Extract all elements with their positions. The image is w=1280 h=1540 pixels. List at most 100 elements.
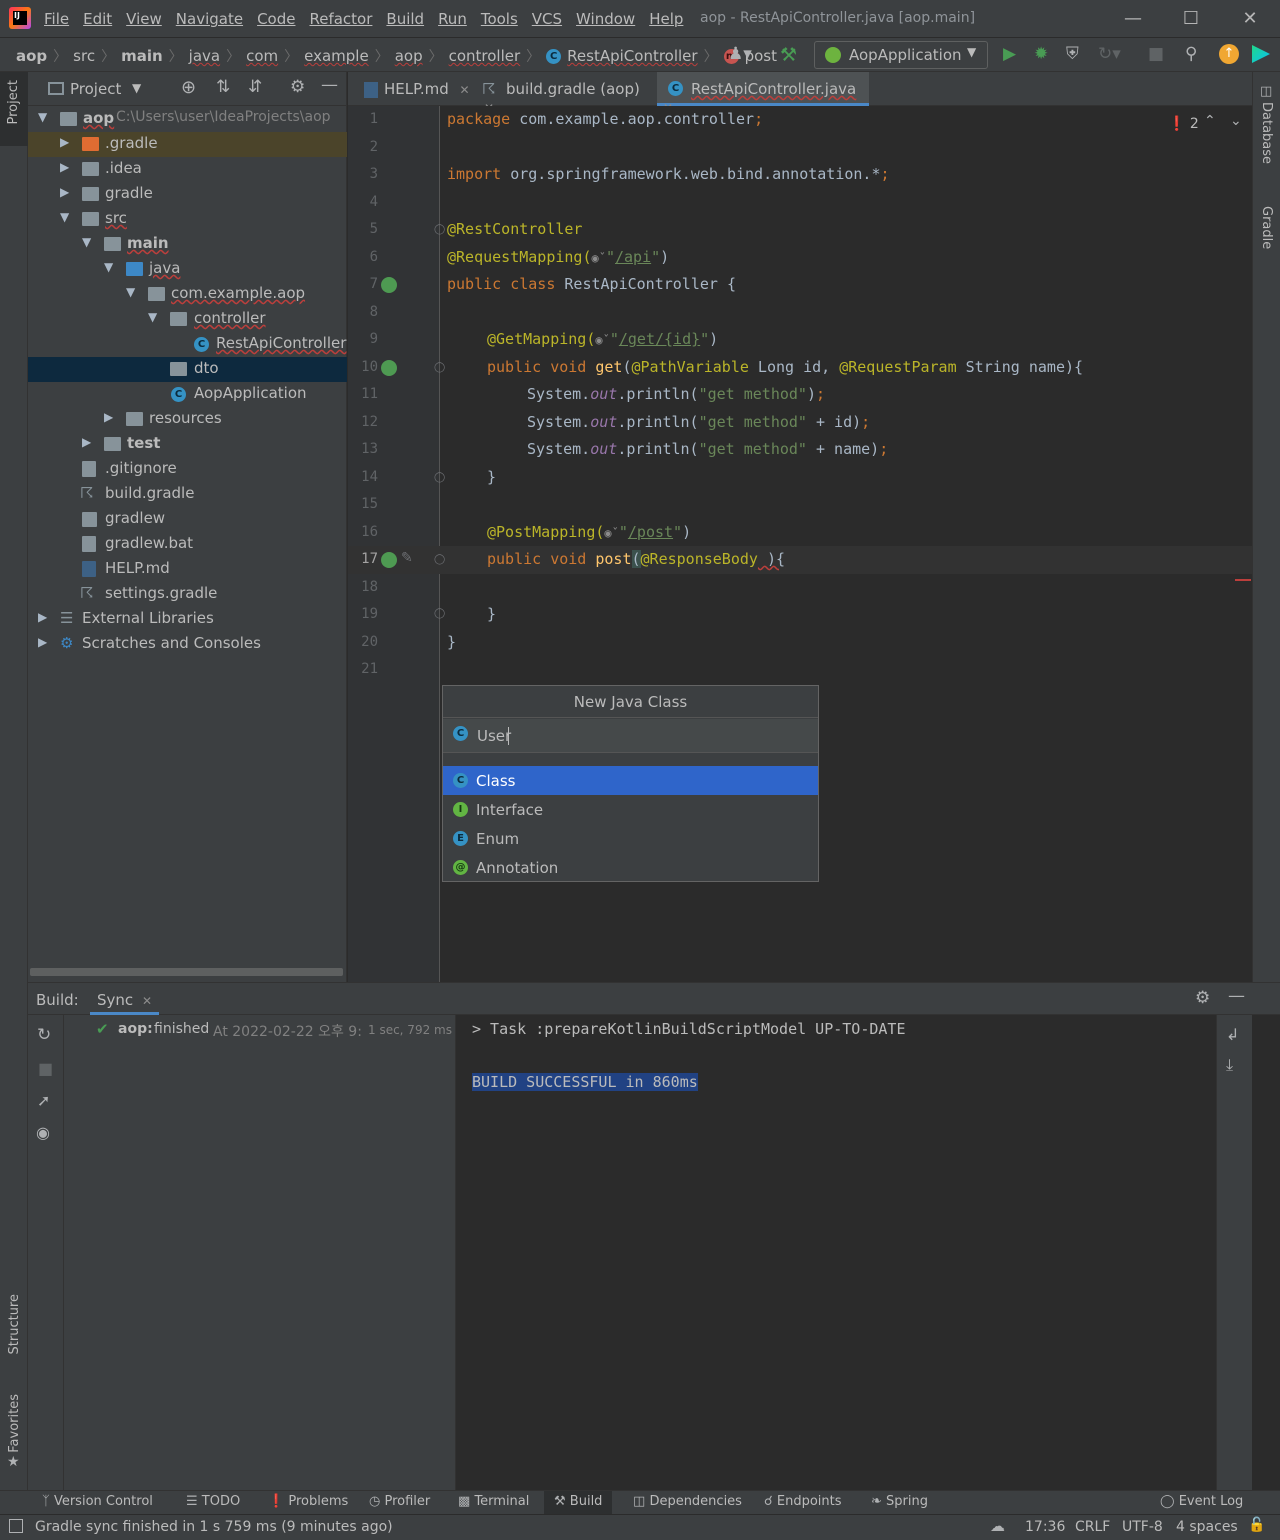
hide-panel-icon[interactable]: — <box>321 75 338 95</box>
tab-build-gradle[interactable]: ☈ build.gradle (aop) ✕ <box>478 72 654 115</box>
lock-icon[interactable]: 🔓 <box>1248 1517 1265 1533</box>
fold-icon[interactable]: ◯ <box>434 224 445 235</box>
code-line-6[interactable]: @RequestMapping(◉ˇ"/api") <box>447 248 669 266</box>
refresh-icon[interactable]: ↻ <box>37 1025 51 1045</box>
previous-error-icon[interactable]: ⌃ <box>1204 113 1216 129</box>
code-line-13[interactable]: System.out.println("get method" + name); <box>527 440 888 458</box>
run-icon[interactable]: ▶ <box>1003 44 1016 64</box>
tree-item-aopapplication[interactable]: C AopApplication <box>28 382 347 407</box>
tree-item-aop-root[interactable]: ▼ aop C:\Users\user\IdeaProjects\aop <box>28 107 347 132</box>
expand-all-icon[interactable]: ⇅ <box>216 77 230 97</box>
menu-code[interactable]: Code <box>257 10 295 28</box>
user-icon[interactable]: ♟▾ <box>728 44 752 64</box>
menu-tools[interactable]: Tools <box>481 10 518 28</box>
tree-item-build-gradle[interactable]: ☈ build.gradle <box>28 482 347 507</box>
tree-item-controller[interactable]: ▼ controller <box>28 307 347 332</box>
gear-icon[interactable]: ⚙ <box>290 77 305 97</box>
breadcrumb-src[interactable]: src <box>73 47 95 65</box>
tool-problems[interactable]: ❗ Problems <box>268 1494 348 1509</box>
tool-endpoints[interactable]: ☌ Endpoints <box>764 1494 842 1509</box>
code-line-7[interactable]: public class RestApiController { <box>447 275 736 293</box>
tab-restapicontroller[interactable]: C RestApiController.java ✕ <box>657 72 869 115</box>
code-line-14[interactable]: } <box>487 468 496 486</box>
maximize-icon[interactable]: ☐ <box>1176 6 1206 32</box>
stop-icon[interactable]: ■ <box>38 1059 53 1078</box>
breadcrumb-com[interactable]: com <box>246 47 278 65</box>
tree-item-com-example-aop[interactable]: ▼ com.example.aop <box>28 282 347 307</box>
indent-setting[interactable]: 4 spaces <box>1176 1519 1238 1535</box>
build-tree-row[interactable]: ✔ aop: finished At 2022-02-22 오후 9: 1 se… <box>64 1017 456 1043</box>
structure-tool-tab[interactable]: Structure <box>7 1294 22 1354</box>
spring-endpoint-icon[interactable] <box>381 552 397 568</box>
menu-refactor[interactable]: Refactor <box>309 10 372 28</box>
collapse-all-icon[interactable]: ⇵ <box>248 77 262 97</box>
code-line-17[interactable]: public void post(@ResponseBody ){ <box>487 550 785 568</box>
menu-edit[interactable]: Edit <box>83 10 112 28</box>
database-tool-tab[interactable]: Database <box>1259 102 1274 164</box>
class-name-input[interactable]: C User <box>443 719 818 753</box>
fold-icon[interactable]: ◯ <box>434 554 445 565</box>
error-stripe-mark[interactable] <box>1235 579 1251 581</box>
fold-icon[interactable]: ◯ <box>434 608 445 619</box>
code-line-20[interactable]: } <box>447 633 456 651</box>
tab-help-md[interactable]: HELP.md ✕ <box>358 72 470 106</box>
gradle-tool-tab[interactable]: Gradle <box>1259 206 1274 249</box>
menu-run[interactable]: Run <box>438 10 467 28</box>
close-window-icon[interactable]: ✕ <box>1235 6 1265 32</box>
tab-sync[interactable]: Sync ✕ <box>90 983 159 1015</box>
tree-item-restapicontroller[interactable]: C RestApiController <box>28 332 347 357</box>
code-line-3[interactable]: import org.springframework.web.bind.anno… <box>447 165 890 183</box>
tool-version-control[interactable]: ᛉ Version Control <box>42 1494 153 1509</box>
code-line-10[interactable]: public void get(@PathVariable Long id, @… <box>487 358 1083 376</box>
tool-terminal[interactable]: ▩ Terminal <box>458 1494 529 1509</box>
error-indicator[interactable]: ❗ 2 <box>1168 116 1199 132</box>
debug-icon[interactable]: ✹ <box>1034 44 1048 64</box>
menu-help[interactable]: Help <box>649 10 683 28</box>
coverage-icon[interactable]: ⛨ <box>1066 44 1079 64</box>
tool-spring[interactable]: ❧ Spring <box>871 1494 928 1509</box>
breadcrumb-java[interactable]: java <box>189 47 220 65</box>
tree-item-gradlew[interactable]: gradlew <box>28 507 347 532</box>
code-line-12[interactable]: System.out.println("get method" + id); <box>527 413 870 431</box>
caret-position[interactable]: 17:36 <box>1025 1519 1065 1535</box>
tree-item-gradlew-bat[interactable]: gradlew.bat <box>28 532 347 557</box>
file-encoding[interactable]: UTF-8 <box>1122 1519 1163 1535</box>
option-annotation[interactable]: @ Annotation <box>443 853 818 882</box>
spring-bean-icon[interactable] <box>381 277 397 293</box>
menu-navigate[interactable]: Navigate <box>176 10 243 28</box>
tree-item-idea[interactable]: ▶ .idea <box>28 157 347 182</box>
pin-icon[interactable]: ➚ <box>37 1091 50 1110</box>
tree-item-test[interactable]: ▶ test <box>28 432 347 457</box>
tool-event-log[interactable]: ◯ Event Log <box>1160 1494 1243 1509</box>
tree-item-dto[interactable]: dto <box>28 357 347 382</box>
gear-icon[interactable]: ⚙ <box>1195 988 1210 1008</box>
close-tab-icon[interactable]: ✕ <box>460 83 470 97</box>
breadcrumb-controller[interactable]: controller <box>449 47 521 65</box>
eye-icon[interactable]: ◉ <box>36 1123 50 1142</box>
tree-item-scratches[interactable]: ▶ ⚙ Scratches and Consoles <box>28 632 347 657</box>
tool-dependencies[interactable]: ◫ Dependencies <box>633 1494 742 1509</box>
tree-item-gitignore[interactable]: .gitignore <box>28 457 347 482</box>
close-tab-icon[interactable]: ✕ <box>142 994 152 1008</box>
search-icon[interactable]: ⚲ <box>1185 44 1197 64</box>
scroll-to-end-icon[interactable]: ⤓ <box>1226 1055 1233 1075</box>
project-tool-tab[interactable]: Project <box>0 72 28 146</box>
project-view-select[interactable]: Project <box>70 80 121 98</box>
tree-item-java[interactable]: ▼ java <box>28 257 347 282</box>
update-icon[interactable]: ↑ <box>1219 44 1239 64</box>
tool-build[interactable]: ⚒ Build <box>544 1491 613 1514</box>
breadcrumb-example[interactable]: example <box>304 47 369 65</box>
tool-profiler[interactable]: ◷ Profiler <box>369 1494 430 1509</box>
tree-item-gradle[interactable]: ▶ gradle <box>28 182 347 207</box>
minimize-icon[interactable]: — <box>1118 6 1148 32</box>
horizontal-scrollbar[interactable] <box>30 968 343 976</box>
tool-todo[interactable]: ☰ TODO <box>186 1494 240 1509</box>
tree-item-resources[interactable]: ▶ resources <box>28 407 347 432</box>
locate-icon[interactable]: ⊕ <box>181 77 196 98</box>
menu-view[interactable]: View <box>126 10 162 28</box>
breadcrumb-aop[interactable]: aop <box>16 47 47 65</box>
option-class[interactable]: C Class <box>443 766 818 795</box>
soft-wrap-icon[interactable]: ↲ <box>1226 1025 1239 1044</box>
tree-item-main[interactable]: ▼ main <box>28 232 347 257</box>
breadcrumb-restapicontroller[interactable]: RestApiController <box>567 47 697 65</box>
